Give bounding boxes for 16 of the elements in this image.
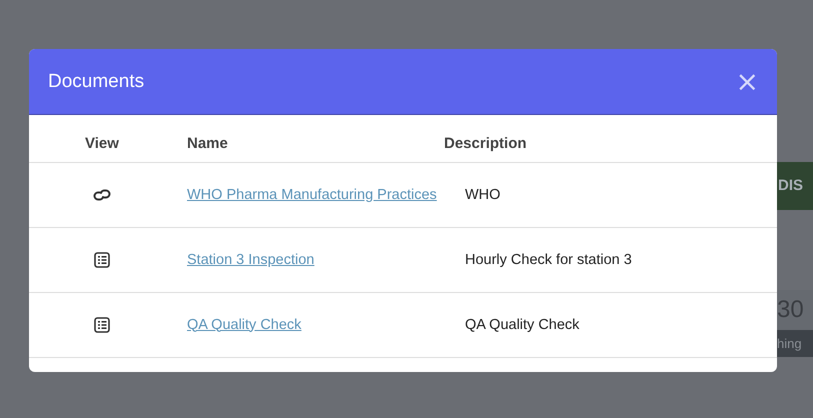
close-button[interactable]: × <box>736 68 759 96</box>
checklist-icon[interactable] <box>94 317 110 333</box>
column-header: View <box>84 135 120 152</box>
document-link[interactable]: WHO Pharma Manufacturing Practices <box>187 182 437 208</box>
document-link[interactable]: QA Quality Check <box>187 312 302 338</box>
checklist-icon[interactable] <box>94 252 110 268</box>
column-header: Name <box>186 135 229 152</box>
document-link[interactable]: Station 3 Inspection <box>187 248 314 272</box>
stat-label: hing <box>777 336 802 351</box>
document-description: WHO <box>464 187 500 203</box>
link-icon[interactable] <box>92 188 112 202</box>
document-description: QA Quality Check <box>464 317 580 333</box>
document-description: Hourly Check for station 3 <box>464 252 632 268</box>
disp-button[interactable]: DIS <box>777 162 813 210</box>
column-header: Description <box>444 135 528 152</box>
dialog-title: Documents <box>48 70 144 92</box>
